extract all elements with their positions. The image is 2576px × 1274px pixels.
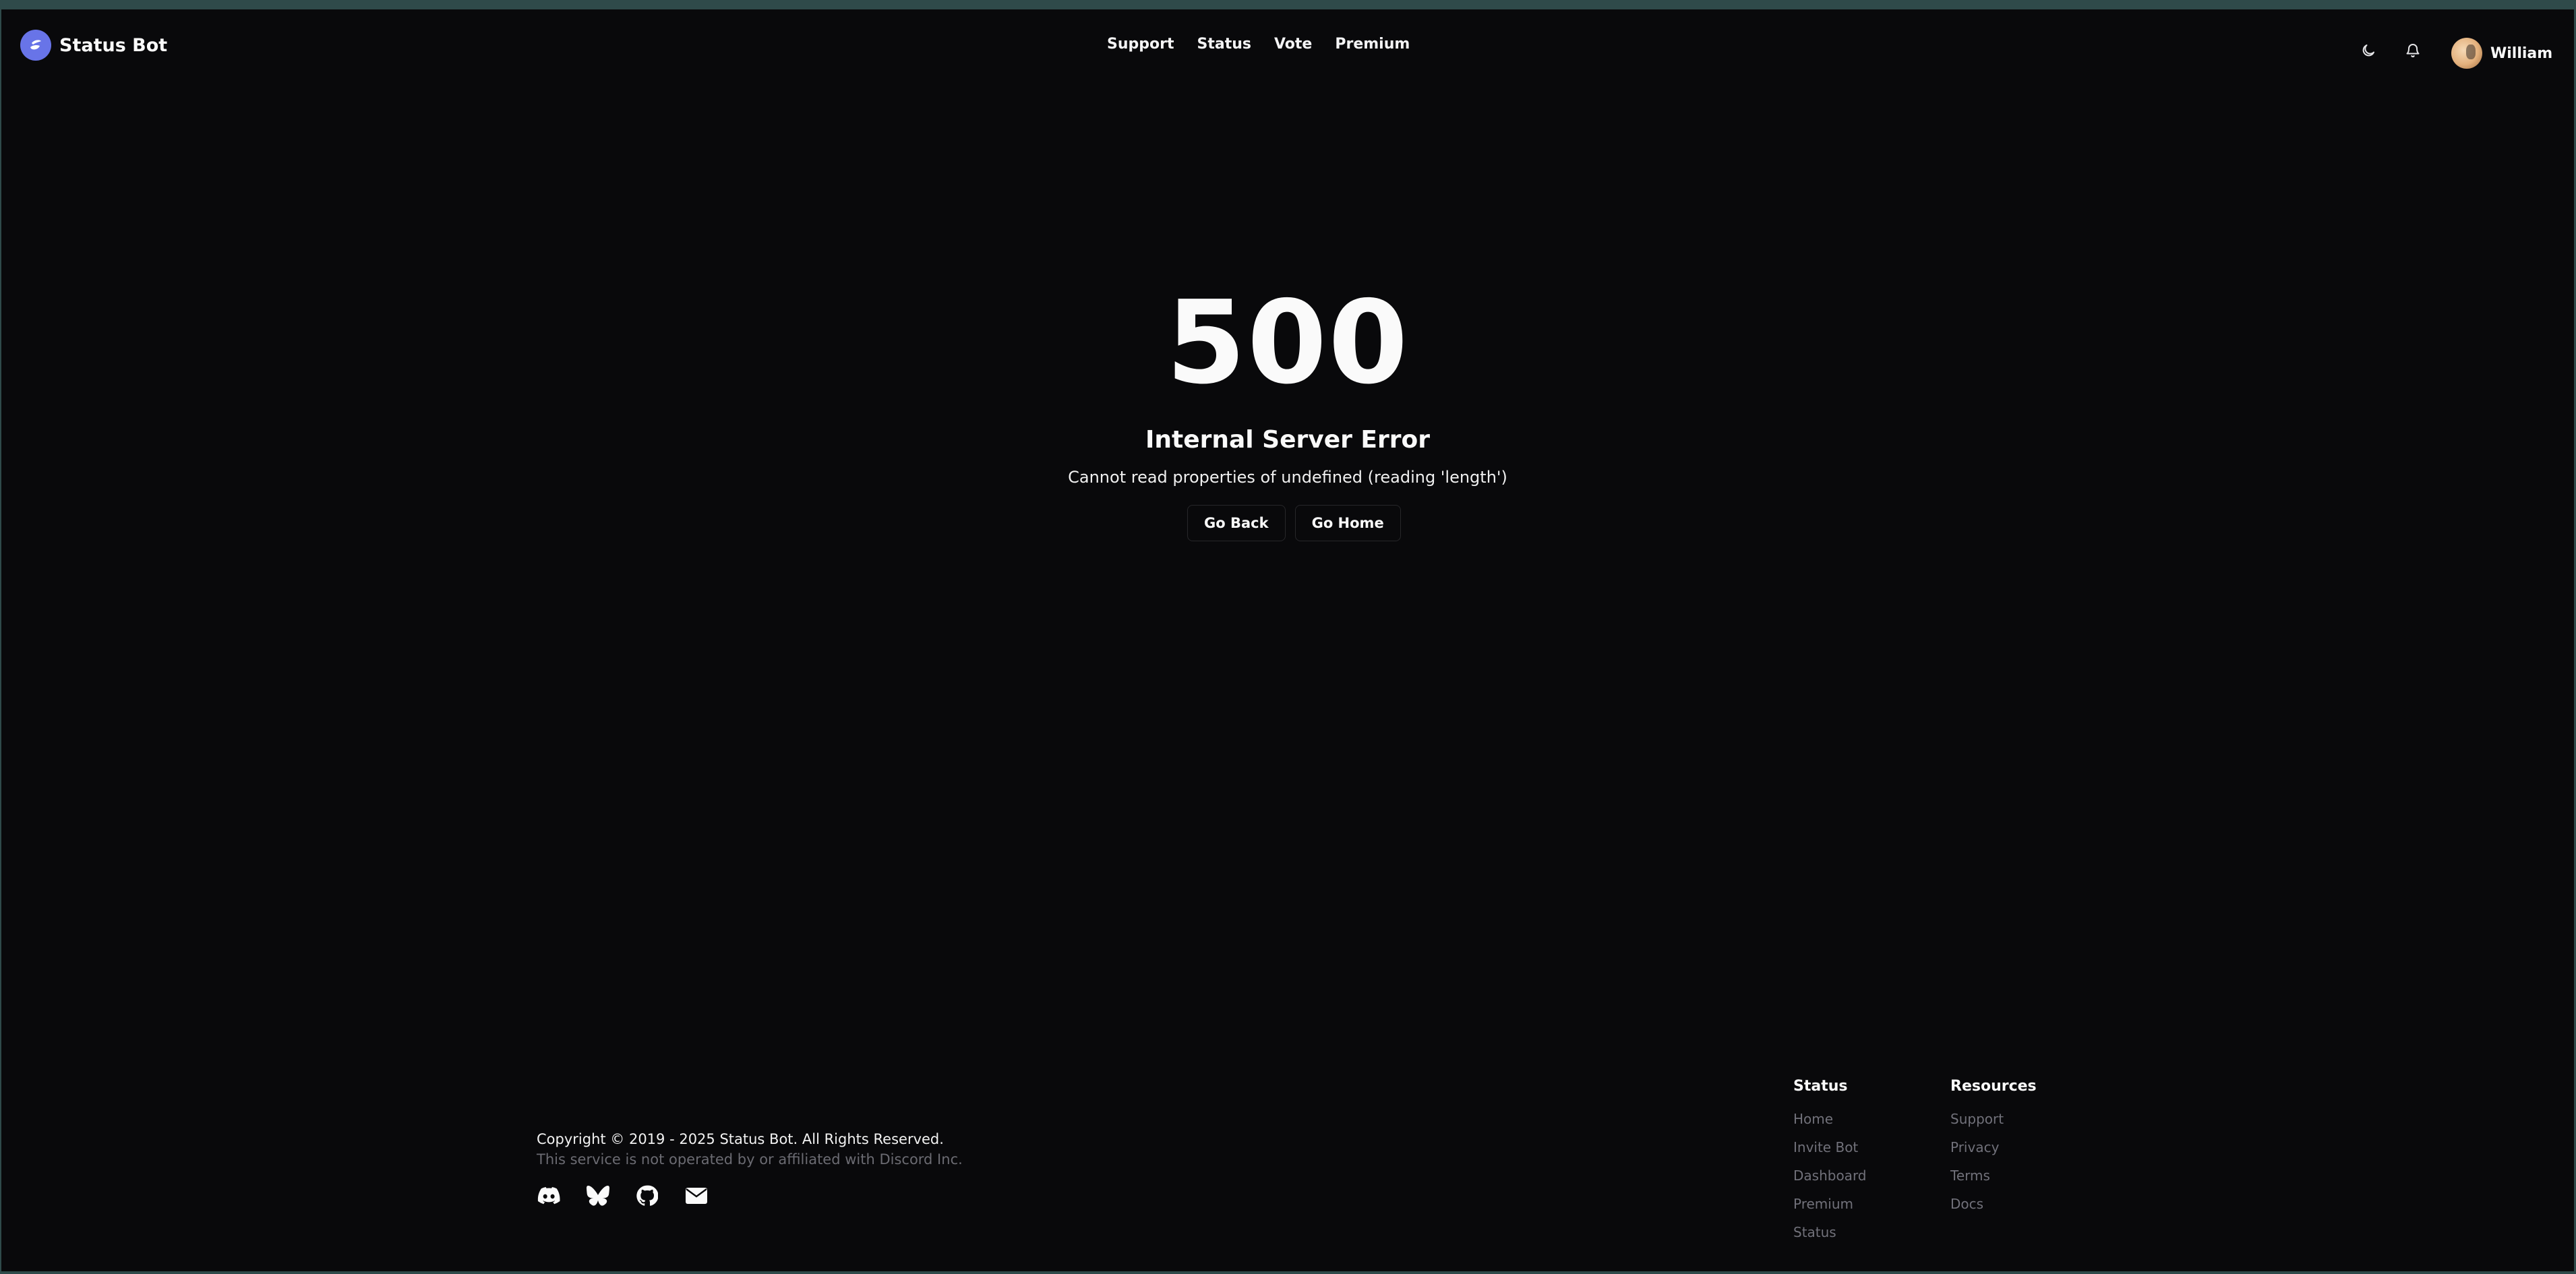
notifications-button[interactable] — [2403, 40, 2423, 61]
footer-link-privacy[interactable]: Privacy — [1950, 1139, 2037, 1156]
status-bot-logo-icon — [20, 30, 51, 61]
error-message: Cannot read properties of undefined (rea… — [1068, 468, 1507, 487]
nav-vote[interactable]: Vote — [1274, 32, 1312, 57]
avatar — [2451, 38, 2482, 69]
top-navbar: Status Bot Support Status Vote Premium W… — [1, 9, 2574, 84]
nav-support[interactable]: Support — [1107, 32, 1174, 57]
footer-link-invite-bot[interactable]: Invite Bot — [1793, 1139, 1867, 1156]
disclaimer-text: This service is not operated by or affil… — [537, 1151, 963, 1167]
bell-icon — [2406, 44, 2420, 58]
go-back-button[interactable]: Go Back — [1187, 505, 1286, 541]
social-links — [537, 1184, 709, 1208]
mail-icon[interactable] — [684, 1184, 709, 1208]
go-home-button[interactable]: Go Home — [1294, 505, 1401, 541]
theme-toggle-button[interactable] — [2358, 40, 2378, 61]
footer-column-title: Status — [1793, 1078, 1848, 1095]
footer-link-status[interactable]: Status — [1793, 1224, 1867, 1241]
brand-link[interactable]: Status Bot — [20, 28, 167, 62]
footer-link-home[interactable]: Home — [1793, 1111, 1867, 1128]
footer-link-premium[interactable]: Premium — [1793, 1196, 1867, 1213]
error-title: Internal Server Error — [1145, 426, 1431, 454]
error-code: 500 — [1166, 276, 1410, 410]
discord-icon[interactable] — [537, 1184, 561, 1208]
footer-column-resources: Resources Support Privacy Terms Docs — [1950, 1078, 2037, 1224]
footer-link-dashboard[interactable]: Dashboard — [1793, 1167, 1867, 1184]
nav-premium[interactable]: Premium — [1335, 32, 1410, 57]
footer-column-status: Status Home Invite Bot Dashboard Premium… — [1793, 1078, 1867, 1252]
main-nav: Support Status Vote Premium — [1107, 32, 1433, 57]
page: Status Bot Support Status Vote Premium W… — [1, 9, 2574, 1271]
brand-name: Status Bot — [59, 34, 168, 56]
github-icon[interactable] — [635, 1184, 659, 1208]
user-name: William — [2490, 44, 2553, 62]
copyright-text: Copyright © 2019 - 2025 Status Bot. All … — [537, 1131, 944, 1147]
footer-link-support[interactable]: Support — [1950, 1111, 2037, 1128]
footer-column-title: Resources — [1950, 1078, 2037, 1095]
footer-link-terms[interactable]: Terms — [1950, 1167, 2037, 1184]
bluesky-icon[interactable] — [586, 1184, 610, 1208]
error-actions: Go Back Go Home — [1187, 505, 1401, 541]
nav-status[interactable]: Status — [1197, 32, 1251, 57]
moon-icon — [2362, 44, 2374, 57]
user-menu-button[interactable]: William — [2449, 35, 2555, 71]
footer-link-docs[interactable]: Docs — [1950, 1196, 2037, 1213]
